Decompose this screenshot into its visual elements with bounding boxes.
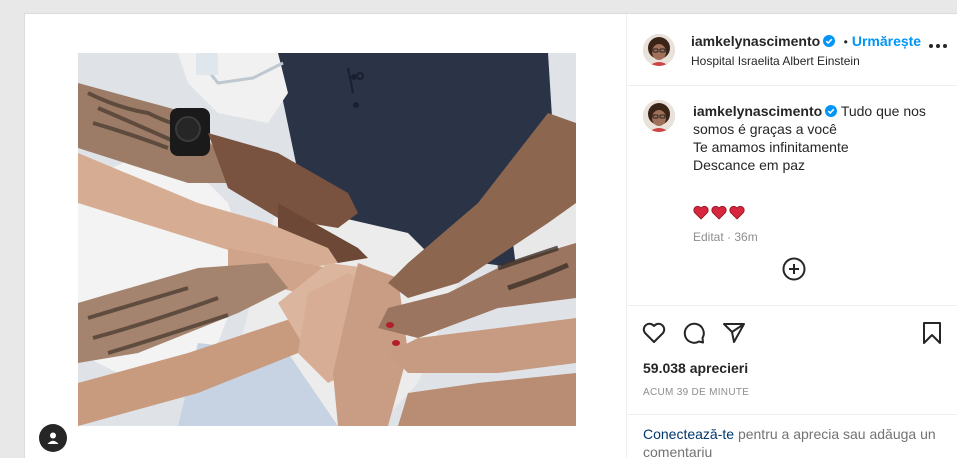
post-header: iamkelynascimento • Urmărește Hospital Is… [627,14,957,86]
heart-outline-icon [642,322,666,343]
caption-hearts [693,205,745,220]
comment-bubble-icon [683,322,705,344]
bookmark-icon [923,322,941,344]
caption-text: iamkelynascimento Tudo que nos somos é g… [693,102,955,174]
edited-label: Editat [693,230,724,244]
meta-dot: · [727,230,732,244]
comment-button[interactable] [681,320,707,346]
verified-badge-icon [823,34,836,47]
red-heart-emoji-2 [711,205,727,220]
red-heart-emoji-1 [693,205,709,220]
caption-line-1: Tudo que nos [840,103,926,119]
header-username[interactable]: iamkelynascimento [691,33,820,49]
follow-button[interactable]: Urmărește [852,33,921,49]
save-button[interactable] [919,320,945,346]
caption-line-4: Descance em paz [693,157,806,173]
add-comment-button[interactable] [782,257,806,281]
more-options-button[interactable] [929,44,947,48]
caption-avatar[interactable] [643,100,675,132]
post-side-panel: iamkelynascimento • Urmărește Hospital Is… [626,14,957,458]
dot [943,44,947,48]
three-dots-icon [929,44,933,48]
verified-badge-icon [825,103,838,117]
likes-count[interactable]: 59.038 aprecieri [643,360,748,376]
header-top-line: iamkelynascimento • Urmărește [691,33,921,51]
red-heart-emoji-3 [729,205,745,220]
header-separator: • [843,35,848,49]
action-bar [627,305,957,365]
login-prompt: Conectează-te pentru a aprecia sau adăug… [627,414,957,458]
location-link[interactable]: Hospital Israelita Albert Einstein [691,54,860,68]
caption-meta: Editat · 36m [693,230,758,244]
login-link[interactable]: Conectează-te [643,426,734,442]
post-photo[interactable] [78,53,576,426]
post-timestamp[interactable]: ACUM 39 DE MINUTE [643,387,749,398]
plus-circle-icon [782,257,806,281]
caption-line-3: Te amamos infinitamente [693,139,849,155]
avatar-image [643,34,675,66]
post-photo-image [78,53,576,426]
caption-avatar-image [643,100,675,132]
caption-line-2: somos é graças a você [693,121,837,137]
like-button[interactable] [641,320,667,346]
login-text: Conectează-te pentru a aprecia sau adăug… [643,425,953,458]
post-modal: iamkelynascimento • Urmărește Hospital Is… [24,13,957,458]
paper-plane-icon [723,323,745,343]
share-button[interactable] [721,320,747,346]
post-age: 36m [734,230,758,244]
dot [936,44,940,48]
caption-username[interactable]: iamkelynascimento [693,103,822,119]
user-tag-icon [47,432,59,444]
avatar[interactable] [643,34,675,66]
user-tag-button[interactable] [39,424,67,452]
media-pane [25,14,626,458]
